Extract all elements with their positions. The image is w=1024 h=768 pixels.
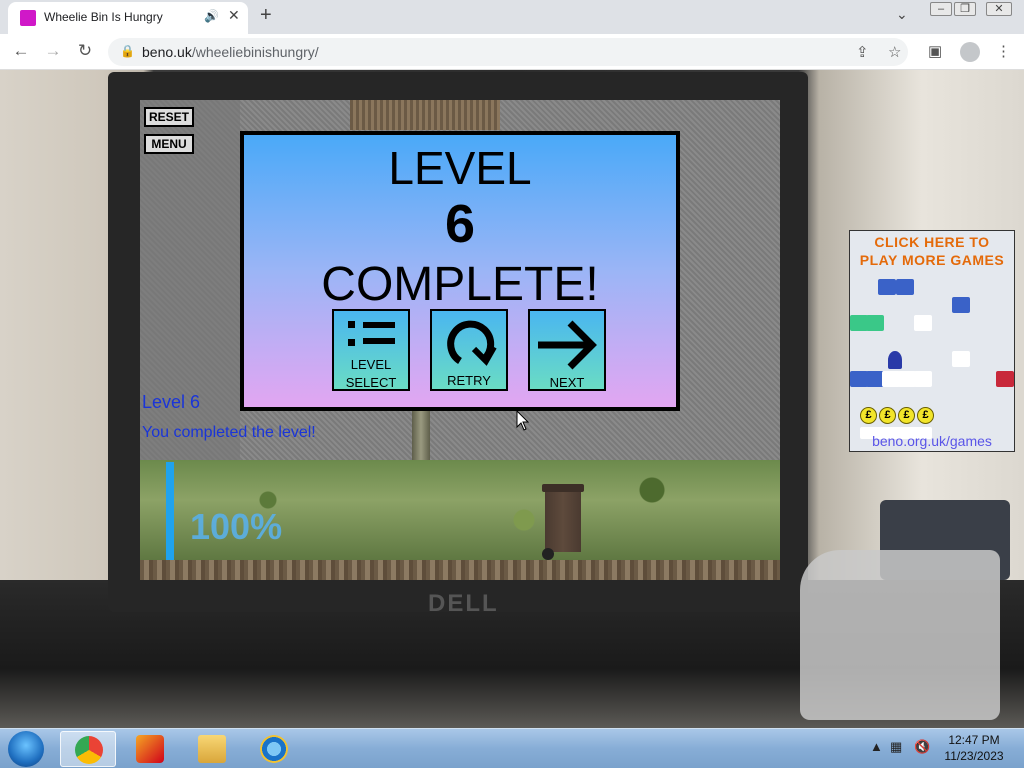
page-content: DELL 100% RESET MENU Level 6 You complet…: [0, 70, 1024, 728]
taskbar-explorer[interactable]: [184, 731, 240, 767]
bookmark-star-icon[interactable]: ☆: [888, 43, 901, 61]
ad-url: beno.org.uk/games: [872, 433, 992, 449]
close-tab-icon[interactable]: ✕: [228, 7, 240, 24]
tab-search-icon[interactable]: ⌄: [896, 6, 908, 23]
folder-icon: [198, 735, 226, 763]
soil-strip: [350, 100, 500, 130]
ground: [140, 560, 780, 580]
level-complete-panel: LEVEL 6 COMPLETE! LEVEL SELECT RETRY NEX…: [240, 131, 680, 411]
side-panel-icon[interactable]: ▣: [928, 42, 942, 60]
speaker-icon[interactable]: 🔊: [204, 9, 219, 23]
reset-button[interactable]: RESET: [144, 107, 194, 127]
clock-time: 12:47 PM: [948, 733, 1000, 747]
more-games-ad[interactable]: CLICK HERE TO PLAY MORE GAMES £ £ £ £ be…: [849, 230, 1015, 452]
progress-bar: [166, 462, 174, 560]
mouse-cursor-icon: [516, 410, 530, 431]
back-icon[interactable]: ←: [10, 41, 32, 61]
ad-block: [952, 297, 970, 313]
minimize-button[interactable]: –: [930, 2, 952, 16]
pipe: [412, 410, 430, 462]
game-canvas[interactable]: 100% RESET MENU Level 6 You completed th…: [140, 100, 780, 580]
internet-explorer-icon: [260, 735, 288, 763]
retry-label: RETRY: [447, 373, 491, 388]
ad-block: [896, 279, 914, 295]
taskbar-media-player[interactable]: [122, 731, 178, 767]
ad-block: [866, 315, 884, 331]
level-select-label-1: LEVEL: [350, 357, 392, 372]
ad-block: [914, 315, 932, 331]
tray-expand-icon[interactable]: ▲: [870, 739, 883, 754]
clock-date: 11/23/2023: [944, 749, 1004, 763]
level-select-label-2: SELECT: [345, 375, 397, 390]
taskbar-chrome[interactable]: [60, 731, 116, 767]
coin-icon: £: [879, 407, 896, 424]
background-phone: [800, 550, 1000, 720]
next-label: NEXT: [549, 375, 585, 390]
browser-toolbar: ← → ↻ 🔒 beno.uk/wheeliebinishungry/ ⇪ ☆ …: [0, 34, 1024, 70]
address-bar[interactable]: 🔒 beno.uk/wheeliebinishungry/ ⇪ ☆: [108, 38, 908, 66]
url-text[interactable]: beno.uk/wheeliebinishungry/: [142, 44, 319, 60]
ad-player-icon: [888, 351, 902, 369]
ad-block: [952, 351, 970, 367]
menu-button[interactable]: MENU: [144, 134, 194, 154]
next-button[interactable]: NEXT: [528, 309, 606, 391]
lock-icon[interactable]: 🔒: [120, 44, 135, 58]
arrow-right-icon: [538, 320, 597, 370]
tab-wheelie-bin[interactable]: Wheelie Bin Is Hungry 🔊 ✕: [8, 2, 248, 34]
restore-button[interactable]: ❐: [954, 2, 976, 16]
forward-icon[interactable]: →: [42, 41, 64, 61]
panel-complete-text: COMPLETE!: [321, 258, 599, 311]
close-window-button[interactable]: ✕: [986, 2, 1012, 16]
clock[interactable]: 12:47 PM 11/23/2023: [938, 732, 1010, 764]
menu-kebab-icon[interactable]: ⋮: [996, 42, 1011, 60]
panel-heading: LEVEL: [388, 142, 532, 194]
taskbar: ▲ ▦ 🔇 12:47 PM 11/23/2023: [0, 728, 1024, 768]
chrome-icon: [75, 736, 103, 764]
media-player-icon: [136, 735, 164, 763]
wheelie-bin: [542, 484, 584, 560]
tab-bar: Wheelie Bin Is Hungry 🔊 ✕ + ⌄ – ❐ ✕: [0, 0, 1024, 34]
coin-icon: £: [917, 407, 934, 424]
volume-muted-icon[interactable]: 🔇: [914, 739, 930, 755]
bin-lid: [542, 484, 584, 492]
ad-title: CLICK HERE TO PLAY MORE GAMES: [859, 234, 1005, 268]
tab-title: Wheelie Bin Is Hungry: [44, 10, 163, 24]
level-label: Level 6: [142, 392, 201, 412]
bin-wheel: [542, 548, 554, 560]
share-icon[interactable]: ⇪: [856, 43, 869, 61]
new-tab-button[interactable]: +: [260, 4, 272, 27]
progress-text: 100%: [190, 506, 283, 547]
taskbar-ie[interactable]: [246, 731, 302, 767]
ad-block: [878, 279, 896, 295]
profile-avatar-icon[interactable]: [960, 42, 980, 62]
network-icon[interactable]: ▦: [890, 739, 902, 755]
panel-level-number: 6: [444, 194, 476, 254]
level-select-button[interactable]: LEVEL SELECT: [332, 309, 410, 391]
level-message: You completed the level!: [142, 424, 316, 441]
list-icon: [348, 321, 395, 346]
start-button[interactable]: [8, 731, 44, 767]
favicon-icon: [20, 10, 36, 26]
retry-button[interactable]: RETRY: [430, 309, 508, 391]
ad-block: [914, 371, 932, 387]
coin-icon: £: [860, 407, 877, 424]
retry-icon: [447, 320, 497, 366]
laptop-logo: DELL: [428, 590, 499, 617]
bin-body: [545, 492, 581, 552]
coin-icon: £: [898, 407, 915, 424]
reload-icon[interactable]: ↻: [74, 41, 96, 61]
ad-enemy-icon: [996, 371, 1014, 387]
